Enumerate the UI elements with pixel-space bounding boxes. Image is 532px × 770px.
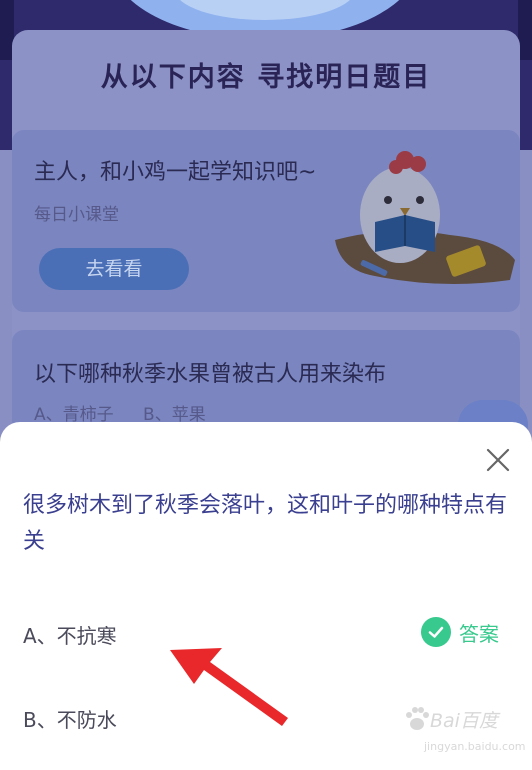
check-icon bbox=[421, 617, 451, 647]
watermark-text: Bai百度 bbox=[430, 710, 498, 732]
close-icon[interactable] bbox=[484, 446, 512, 474]
question-card-title: 以下哪种秋季水果曾被古人用来染布 bbox=[34, 362, 387, 387]
chick-mascot bbox=[335, 151, 515, 284]
answer-label: 答案 bbox=[459, 621, 499, 646]
sheet-question: 很多树木到了秋季会落叶，这和叶子的哪种特点有关 bbox=[23, 493, 508, 554]
baidu-watermark: Bai百度 jingyan.baidu.com bbox=[402, 704, 526, 764]
answer-badge: 答案 bbox=[421, 617, 499, 647]
option-b[interactable]: B、不防水 bbox=[23, 704, 117, 733]
watermark-url: jingyan.baidu.com bbox=[424, 740, 526, 753]
go-see-button[interactable]: 去看看 bbox=[39, 248, 189, 290]
banner-pillar-right bbox=[518, 0, 532, 60]
lesson-card-subtitle: 每日小课堂 bbox=[34, 205, 119, 225]
red-arrow-icon bbox=[170, 648, 288, 726]
lesson-card-title: 主人，和小鸡一起学知识吧~ bbox=[34, 160, 317, 185]
paw-icon bbox=[406, 707, 429, 730]
section-title: 从以下内容 寻找明日题目 bbox=[100, 62, 432, 93]
option-a[interactable]: A、不抗寒 bbox=[23, 620, 117, 649]
